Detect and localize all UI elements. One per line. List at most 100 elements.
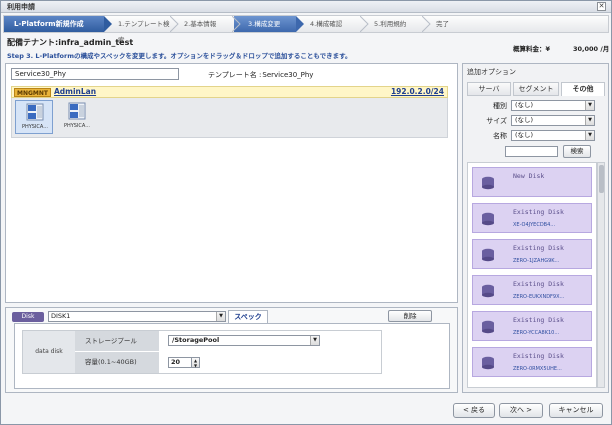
step-arrow-icon	[360, 16, 369, 32]
template-name: テンプレート名 :Service30_Phy	[208, 70, 313, 80]
segment-header[interactable]: MNGMNT AdminLan 192.0.2.0/24	[11, 86, 448, 98]
filter-size-value: (なし)	[515, 116, 534, 124]
chevron-down-icon[interactable]: ▼	[585, 101, 594, 110]
disk-id: XE-O4JYECDB4...	[513, 222, 556, 228]
segment-ip-link[interactable]: 192.0.2.0/24	[391, 87, 444, 96]
disk-icon	[482, 284, 494, 298]
disk-detail-panel: Disk DISK1 ▼ スペック 削除 data disk ストレージプール …	[5, 307, 458, 393]
close-icon[interactable]: ✕	[597, 2, 606, 11]
cost-label: 概算料金：¥	[513, 45, 551, 53]
disk-select[interactable]: DISK1 ▼	[48, 311, 226, 322]
disk-name: Existing Disk	[513, 280, 564, 288]
step-arrow-icon	[296, 16, 304, 32]
segment-body[interactable]: PHYSICA... PHYSICA...	[11, 98, 448, 138]
wizard-title: L-Platform新規作成	[4, 16, 104, 32]
chevron-down-icon[interactable]: ▼	[310, 336, 319, 345]
disk-id: ZERO-EUKXNDF9X...	[513, 294, 565, 300]
configuration-canvas[interactable]: Service30_Phy テンプレート名 :Service30_Phy MNG…	[5, 63, 458, 303]
scrollbar-thumb[interactable]	[599, 165, 604, 193]
filter-name-select[interactable]: (なし) ▼	[511, 130, 595, 141]
filter-name-value: (なし)	[515, 131, 534, 139]
chevron-down-icon[interactable]: ▼	[585, 116, 594, 125]
disk-name: New Disk	[513, 172, 545, 180]
step-description: Step 3. L-Platformの構成やスペックを変更します。オプションをド…	[7, 52, 352, 60]
server-label: PHYSICA...	[21, 124, 49, 130]
back-button[interactable]: < 戻る	[453, 403, 495, 418]
disk-icon	[482, 176, 494, 190]
cost-value: 30,000 /月	[573, 45, 610, 53]
disk-name: Existing Disk	[513, 244, 564, 252]
disk-badge: Disk	[12, 312, 44, 322]
physical-server-icon	[26, 103, 44, 121]
additional-options-panel: 追加オプション サーバ セグメント その他 種別 (なし) ▼ サイズ (なし)…	[462, 63, 609, 393]
spec-table: data disk ストレージプール 容量(0.1~40GB) /Storage…	[22, 330, 382, 374]
lplatform-name-input[interactable]: Service30_Phy	[11, 68, 179, 80]
capacity-input[interactable]: 20	[168, 357, 192, 368]
filter-name-row: 名称 (なし) ▼	[467, 130, 605, 141]
server-item[interactable]: PHYSICA...	[58, 100, 96, 134]
physical-server-icon	[68, 102, 86, 120]
filter-size-select[interactable]: (なし) ▼	[511, 115, 595, 126]
disk-name: Existing Disk	[513, 352, 564, 360]
filter-size-label: サイズ	[486, 117, 507, 125]
disk-id: ZERO-0RMX5UHE...	[513, 366, 562, 372]
filter-size-row: サイズ (なし) ▼	[467, 115, 605, 126]
template-name-value: Service30_Phy	[262, 71, 314, 79]
disk-name: Existing Disk	[513, 208, 564, 216]
tenant-label: 配備テナント:infra_admin_test	[7, 38, 134, 47]
step-arrow-icon	[104, 16, 112, 32]
tab-other[interactable]: その他	[561, 82, 605, 96]
filter-type-label: 種別	[493, 102, 507, 110]
capacity-stepper[interactable]: ▲ ▼	[192, 357, 200, 368]
cancel-button[interactable]: キャンセル	[549, 403, 603, 418]
disk-id: ZERO-YCCA8K10...	[513, 330, 560, 336]
segment-type-badge: MNGMNT	[14, 88, 52, 97]
segment-name-link[interactable]: AdminLan	[54, 87, 96, 96]
disk-icon	[482, 248, 494, 262]
window-title: 利用申請	[7, 3, 35, 11]
server-label: PHYSICA...	[63, 123, 91, 129]
delete-button[interactable]: 削除	[388, 310, 432, 322]
spec-group-label: data disk	[23, 331, 75, 373]
step-arrow-icon	[170, 16, 179, 32]
list-item[interactable]: Existing Disk ZERO-1JZAHG9K...	[472, 239, 592, 269]
disk-select-value: DISK1	[51, 312, 71, 320]
application-window: 利用申請 ✕ L-Platform新規作成 1.テンプレート検索 2.基本情報 …	[0, 0, 612, 425]
template-name-label: テンプレート名 :	[208, 71, 262, 79]
disk-option-list[interactable]: New Disk Existing Disk XE-O4JYECDB4... E…	[467, 162, 597, 388]
storage-pool-select[interactable]: /StoragePool ▼	[168, 335, 320, 346]
step-config-change: 3.構成変更	[234, 16, 296, 32]
filter-name-label: 名称	[493, 132, 507, 140]
server-item[interactable]: PHYSICA...	[15, 100, 53, 134]
disk-id: ZERO-1JZAHG9K...	[513, 258, 560, 264]
chevron-down-icon[interactable]: ▼	[585, 131, 594, 140]
filter-type-row: 種別 (なし) ▼	[467, 100, 605, 111]
list-item[interactable]: Existing Disk XE-O4JYECDB4...	[472, 203, 592, 233]
list-item[interactable]: Existing Disk ZERO-EUKXNDF9X...	[472, 275, 592, 305]
search-input[interactable]	[505, 146, 558, 157]
tab-spec[interactable]: スペック	[228, 310, 268, 323]
disk-name: Existing Disk	[513, 316, 564, 324]
capacity-label: 容量(0.1~40GB)	[75, 352, 159, 373]
spec-box: data disk ストレージプール 容量(0.1~40GB) /Storage…	[14, 323, 450, 389]
cost-estimate: 概算料金：¥ 30,000 /月	[513, 43, 609, 53]
search-button[interactable]: 検索	[563, 145, 591, 158]
list-item[interactable]: New Disk	[472, 167, 592, 197]
step-arrow-icon	[232, 16, 241, 32]
next-button[interactable]: 次へ >	[499, 403, 543, 418]
list-item[interactable]: Existing Disk ZERO-YCCA8K10...	[472, 311, 592, 341]
filter-type-value: (なし)	[515, 101, 534, 109]
tab-segment[interactable]: セグメント	[513, 82, 559, 96]
options-title: 追加オプション	[467, 68, 516, 76]
storage-pool-value: /StoragePool	[172, 336, 220, 344]
disk-icon	[482, 320, 494, 334]
tab-server[interactable]: サーバ	[467, 82, 511, 96]
title-bar: 利用申請 ✕	[1, 1, 611, 13]
wizard-steps: L-Platform新規作成 1.テンプレート検索 2.基本情報 3.構成変更 …	[3, 15, 609, 44]
list-item[interactable]: Existing Disk ZERO-0RMX5UHE...	[472, 347, 592, 377]
disk-icon	[482, 212, 494, 226]
step-arrow-icon	[422, 16, 431, 32]
list-scrollbar[interactable]	[597, 162, 605, 388]
chevron-down-icon[interactable]: ▼	[216, 312, 225, 321]
filter-type-select[interactable]: (なし) ▼	[511, 100, 595, 111]
